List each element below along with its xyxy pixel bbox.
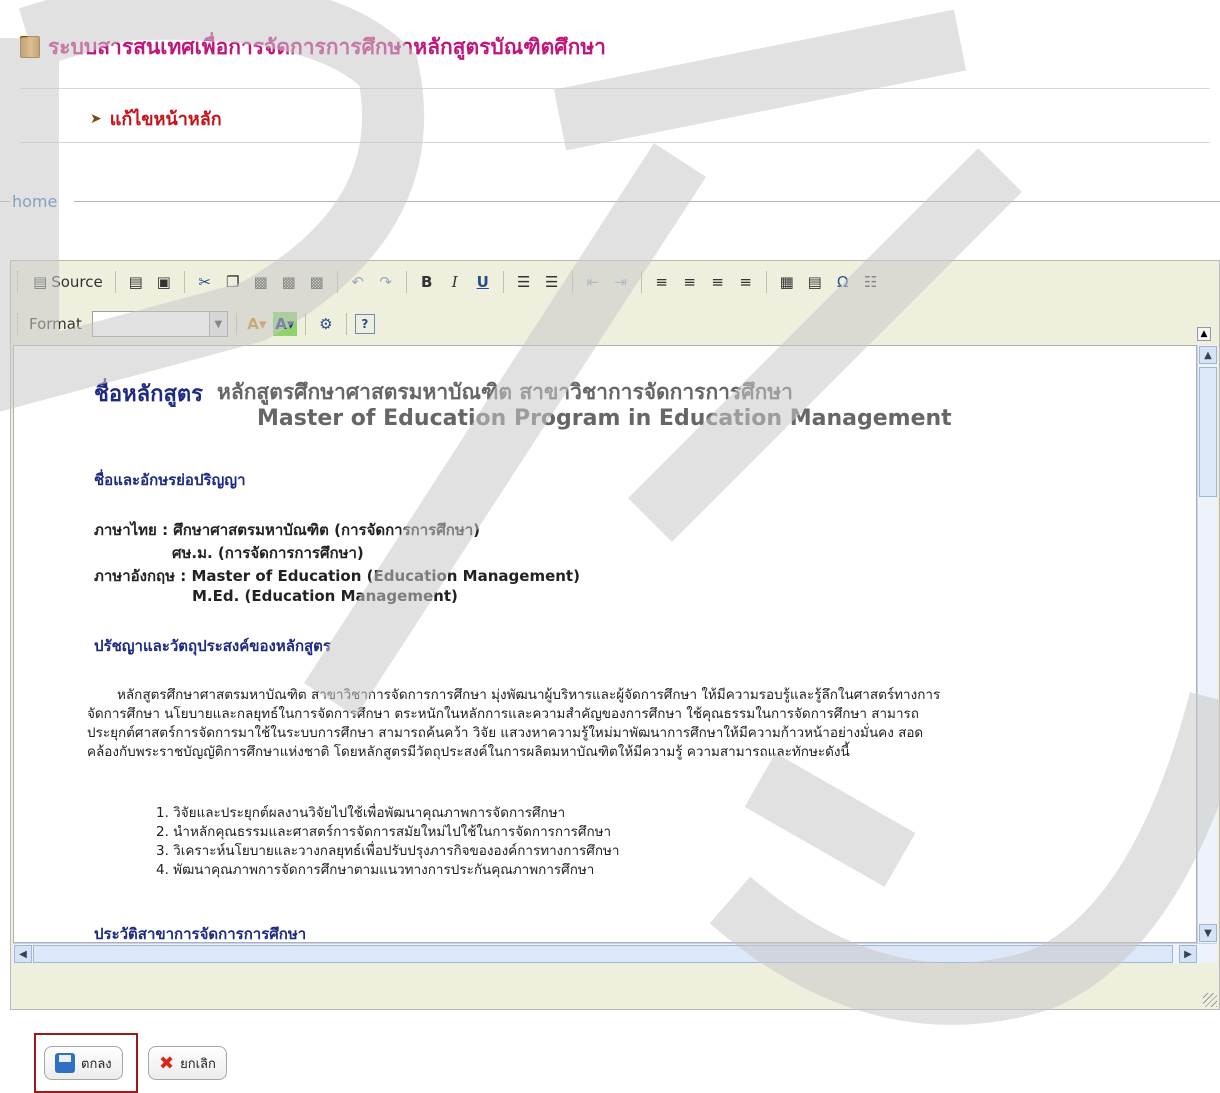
breadcrumb: home — [0, 188, 1220, 214]
indent-icon[interactable]: ⇥ — [609, 270, 633, 294]
toolbar-separator — [640, 271, 642, 293]
resize-handle[interactable] — [1203, 993, 1217, 1007]
scroll-down-icon[interactable]: ▼ — [1199, 924, 1217, 942]
paragraph-line: หลักสูตรศึกษาศาสตรมหาบัณฑิต สาขาวิชาการจ… — [117, 687, 941, 703]
source-icon: ▤ — [33, 273, 48, 291]
list-item: 3. วิเคราะห์นโยบายและวางกลยุทธ์เพื่อปรับ… — [156, 843, 620, 859]
degree-line: ภาษาไทย : ศึกษาศาสตรมหาบัณฑิต (การจัดการ… — [94, 521, 480, 539]
toolbar-grip[interactable] — [17, 271, 21, 293]
degree-line: M.Ed. (Education Management) — [192, 587, 458, 605]
title-label: ชื่อหลักสูตร — [94, 382, 203, 407]
toolbar-separator — [502, 271, 504, 293]
help-icon[interactable]: ? — [354, 314, 375, 334]
philosophy-paragraph: หลักสูตรศึกษาศาสตรมหาบัณฑิต สาขาวิชาการจ… — [87, 686, 1187, 762]
toolbar-separator — [765, 271, 767, 293]
paragraph-line: จัดการศึกษา นโยบายและกลยุทธ์ในการจัดการศ… — [87, 706, 919, 722]
breadcrumb-home[interactable]: home — [12, 192, 57, 211]
watermark-stroke — [553, 9, 967, 151]
table-icon[interactable]: ▦ — [775, 270, 799, 294]
italic-icon[interactable]: I — [443, 270, 467, 294]
menu-item-label: แก้ไขหน้าหลัก — [109, 109, 222, 130]
toolbar-separator — [345, 313, 347, 335]
list-item: 4. พัฒนาคุณภาพการจัดการศึกษาตามแนวทางการ… — [156, 862, 595, 878]
paragraph-line: คล้องกับพระราชบัญญัติการศึกษาแห่งชาติ โด… — [87, 744, 850, 760]
cut-icon[interactable]: ✂ — [193, 270, 217, 294]
close-icon: ✖ — [159, 1052, 175, 1074]
underline-icon[interactable]: U — [471, 270, 495, 294]
section-heading-philosophy: ปรัชญาและวัตถุประสงค์ของหลักสูตร — [94, 637, 331, 655]
align-center-icon[interactable]: ≡ — [678, 270, 702, 294]
paste-text-icon[interactable]: ▩ — [277, 270, 301, 294]
ok-label: ตกลง — [81, 1056, 112, 1072]
paragraph-line: ประยุกต์ศาสตร์การจัดการมาใช้ในระบบการศึก… — [87, 725, 924, 741]
bulleted-list-icon[interactable]: ☰ — [540, 270, 564, 294]
toolbar-separator — [114, 271, 116, 293]
horizontal-rule-icon[interactable]: ▤ — [803, 270, 827, 294]
section-heading-history: ประวัติสาขาการจัดการการศึกษา — [94, 925, 307, 943]
undo-icon[interactable]: ↶ — [346, 270, 370, 294]
toolbar-separator — [336, 271, 338, 293]
special-char-icon[interactable]: Ω — [831, 270, 855, 294]
outdent-icon[interactable]: ⇤ — [581, 270, 605, 294]
editor-toolbar-row-2: Format ▼ A▾ A▾ ⚙ ? — [11, 305, 375, 343]
format-label: Format — [29, 315, 82, 333]
scroll-thumb[interactable] — [33, 945, 1173, 963]
list-item: 2. นำหลักคุณธรรมและศาสตร์การจัดการสมัยให… — [156, 824, 612, 840]
text-color-icon[interactable]: A▾ — [245, 312, 269, 336]
editor-toolbar-row-1: ▤ Source ▤ ▣ ✂ ❐ ▩ ▩ ▩ ↶ ↷ B I U ☰ ☰ ⇤ ⇥… — [11, 263, 883, 301]
numbered-list-icon[interactable]: ☰ — [512, 270, 536, 294]
toolbar-separator — [304, 313, 306, 335]
preview-icon[interactable]: ▣ — [152, 270, 176, 294]
redo-icon[interactable]: ↷ — [374, 270, 398, 294]
toolbar-collapse-icon[interactable]: ▲ — [1197, 327, 1211, 341]
show-blocks-icon[interactable]: ⚙ — [314, 312, 338, 336]
divider — [74, 201, 1220, 202]
divider — [20, 142, 1210, 143]
align-justify-icon[interactable]: ≡ — [734, 270, 758, 294]
paste-icon[interactable]: ▩ — [249, 270, 273, 294]
degree-line: ภาษาอังกฤษ : Master of Education (Educat… — [94, 567, 580, 585]
scroll-thumb[interactable] — [1199, 367, 1217, 497]
copy-icon[interactable]: ❐ — [221, 270, 245, 294]
format-dropdown[interactable]: ▼ — [91, 311, 228, 337]
editor-content[interactable]: ชื่อหลักสูตร หลักสูตรศึกษาศาสตรมหาบัณฑิต… — [13, 345, 1197, 943]
scroll-right-icon[interactable]: ▶ — [1179, 945, 1197, 963]
source-button[interactable]: ▤ Source — [29, 273, 107, 291]
toolbar-separator — [405, 271, 407, 293]
app-title: ระบบสารสนเทศเพื่อการจัดการการศึกษาหลักสู… — [48, 34, 606, 59]
degree-line: ศษ.ม. (การจัดการการศึกษา) — [172, 544, 364, 562]
title-english: Master of Education Program in Education… — [257, 406, 952, 431]
ok-button[interactable]: ตกลง — [44, 1046, 123, 1080]
rich-text-editor: ▤ Source ▤ ▣ ✂ ❐ ▩ ▩ ▩ ↶ ↷ B I U ☰ ☰ ⇤ ⇥… — [10, 260, 1220, 1010]
toolbar-separator — [571, 271, 573, 293]
chevron-right-icon: ➤ — [90, 110, 102, 127]
scroll-left-icon[interactable]: ◀ — [14, 945, 32, 963]
toolbar-separator — [183, 271, 185, 293]
menu-item-edit-home[interactable]: ➤ แก้ไขหน้าหลัก — [90, 104, 222, 133]
paste-word-icon[interactable]: ▩ — [305, 270, 329, 294]
divider — [0, 200, 10, 202]
section-heading-degree: ชื่อและอักษรย่อปริญญา — [94, 471, 246, 489]
list-item: 1. วิจัยและประยุกต์ผลงานวิจัยไปใช้เพื่อพ… — [156, 805, 566, 821]
align-right-icon[interactable]: ≡ — [706, 270, 730, 294]
toolbar-grip[interactable] — [17, 313, 21, 335]
toolbar-separator — [235, 313, 237, 335]
chevron-down-icon: ▼ — [208, 312, 227, 336]
divider — [20, 88, 1210, 89]
source-label: Source — [51, 273, 103, 291]
page-break-icon[interactable]: ☷ — [859, 270, 883, 294]
book-icon — [20, 36, 40, 58]
app-header: ระบบสารสนเทศเพื่อการจัดการการศึกษาหลักสู… — [20, 30, 606, 64]
cancel-button[interactable]: ✖ ยกเลิก — [148, 1046, 227, 1080]
bold-icon[interactable]: B — [415, 270, 439, 294]
background-color-icon[interactable]: A▾ — [272, 312, 297, 336]
cancel-label: ยกเลิก — [180, 1056, 216, 1072]
save-icon — [55, 1053, 75, 1073]
horizontal-scrollbar[interactable]: ◀ ▶ — [13, 943, 1217, 963]
vertical-scrollbar[interactable]: ▲ ▼ — [1197, 345, 1217, 943]
align-left-icon[interactable]: ≡ — [650, 270, 674, 294]
objectives-list: 1. วิจัยและประยุกต์ผลงานวิจัยไปใช้เพื่อพ… — [156, 804, 620, 880]
scroll-up-icon[interactable]: ▲ — [1199, 346, 1217, 364]
new-page-icon[interactable]: ▤ — [124, 270, 148, 294]
